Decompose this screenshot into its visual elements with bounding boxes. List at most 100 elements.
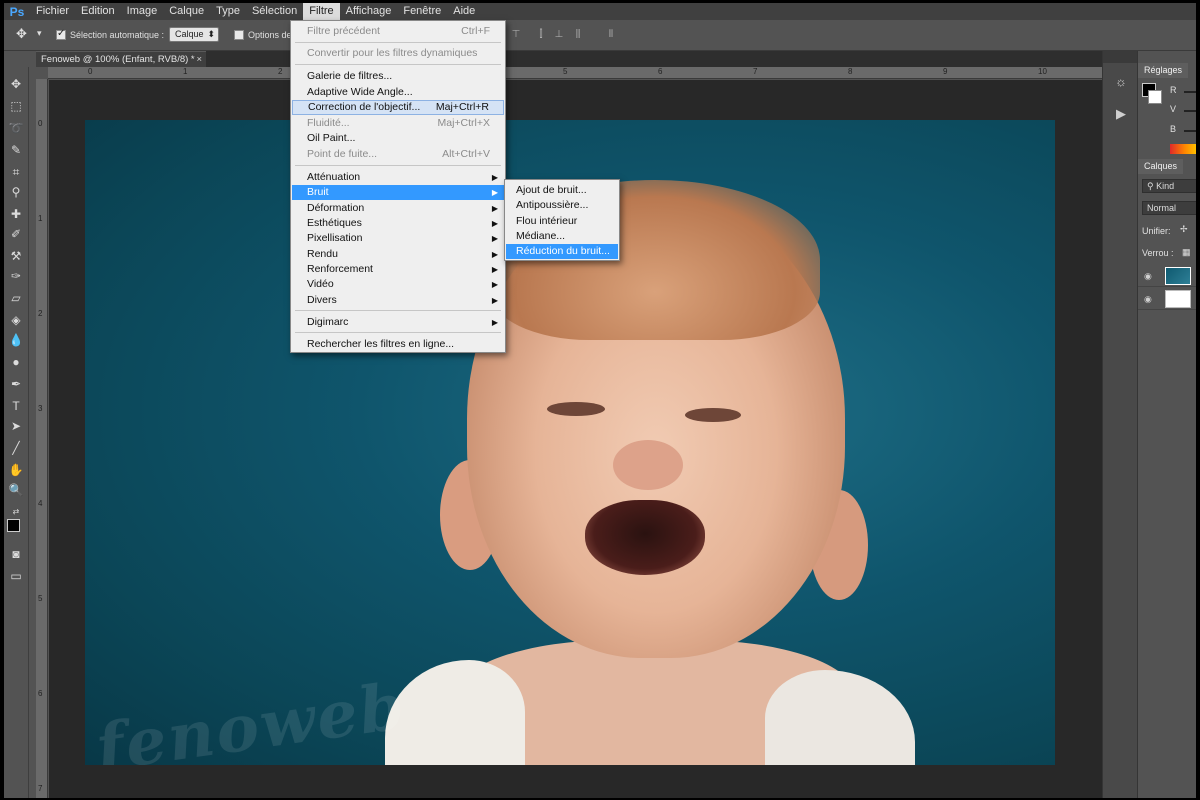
- play-action-icon[interactable]: ▶: [1110, 103, 1132, 125]
- move-tool-icon[interactable]: ✥: [16, 26, 27, 42]
- adjustments-icon[interactable]: ☼: [1110, 71, 1132, 93]
- hand-tool-icon[interactable]: ✋: [7, 461, 25, 479]
- distribute-icon[interactable]: ⫼: [571, 29, 585, 41]
- healing-brush-tool-icon[interactable]: ✚: [7, 205, 25, 223]
- menu-fichier[interactable]: Fichier: [30, 3, 75, 20]
- menu-item-divers[interactable]: Divers ▶: [292, 293, 504, 308]
- submenu-item-flou-interieur[interactable]: Flou intérieur: [506, 214, 618, 229]
- menu-item-rechercher-filtres[interactable]: Rechercher les filtres en ligne...: [292, 337, 504, 352]
- menu-calque[interactable]: Calque: [163, 3, 210, 20]
- document-tab[interactable]: Fenoweb @ 100% (Enfant, RVB/8) * ×: [36, 51, 206, 67]
- menu-item-renforcement[interactable]: Renforcement ▶: [292, 262, 504, 277]
- tab-calques[interactable]: Calques: [1138, 159, 1184, 174]
- submenu-item-antipoussiere[interactable]: Antipoussière...: [506, 198, 618, 213]
- ruler-tick: 5: [563, 67, 568, 76]
- lasso-tool-icon[interactable]: ➰: [7, 119, 25, 137]
- ruler-tick: 5: [38, 594, 43, 603]
- menu-separator: [295, 64, 501, 65]
- clone-stamp-tool-icon[interactable]: ⚒: [7, 247, 25, 265]
- zoom-tool-icon[interactable]: 🔍: [7, 481, 25, 499]
- menu-affichage[interactable]: Affichage: [340, 3, 398, 20]
- menu-item-video[interactable]: Vidéo ▶: [292, 277, 504, 292]
- tab-reglages[interactable]: Réglages: [1138, 63, 1189, 78]
- menu-item-point-de-fuite[interactable]: Point de fuite... Alt+Ctrl+V: [292, 147, 504, 162]
- noise-submenu: Ajout de bruit... Antipoussière... Flou …: [504, 179, 620, 261]
- unify-position-icon[interactable]: ✢: [1180, 224, 1188, 235]
- move-tool-icon[interactable]: ✥: [7, 75, 25, 93]
- menu-item-oil-paint[interactable]: Oil Paint...: [292, 131, 504, 146]
- marquee-tool-icon[interactable]: ⬚: [7, 97, 25, 115]
- align-top-icon[interactable]: ⊤: [509, 29, 523, 41]
- submenu-item-ajout-de-bruit[interactable]: Ajout de bruit...: [506, 183, 618, 198]
- menu-edition[interactable]: Edition: [75, 3, 121, 20]
- menu-item-esthetiques[interactable]: Esthétiques ▶: [292, 216, 504, 231]
- paint-bucket-tool-icon[interactable]: ◈: [7, 311, 25, 329]
- history-brush-tool-icon[interactable]: ✑: [7, 267, 25, 285]
- menu-item-convertir-filtres-dynamiques[interactable]: Convertir pour les filtres dynamiques: [292, 46, 504, 61]
- menu-item-attenuation[interactable]: Atténuation ▶: [292, 170, 504, 185]
- watermark: fenoweb: [91, 668, 411, 765]
- path-selection-tool-icon[interactable]: ➤: [7, 417, 25, 435]
- menu-selection[interactable]: Sélection: [246, 3, 303, 20]
- layer-visibility-eye-icon[interactable]: ◉: [1144, 271, 1152, 282]
- submenu-arrow-icon: ▶: [491, 250, 498, 259]
- menu-item-rendu[interactable]: Rendu ▶: [292, 247, 504, 262]
- layer-row-enfant[interactable]: ◉: [1138, 265, 1196, 287]
- menu-item-fluidite[interactable]: Fluidité... Maj+Ctrl+X: [292, 116, 504, 131]
- filter-menu: Filtre précédent Ctrl+F Convertir pour l…: [290, 20, 506, 353]
- submenu-arrow-icon: ▶: [491, 234, 498, 243]
- color-r-slider[interactable]: [1184, 91, 1196, 93]
- brush-tool-icon[interactable]: ✐: [7, 225, 25, 243]
- color-r-label: R: [1170, 85, 1177, 95]
- menu-filtre[interactable]: Filtre: [303, 3, 340, 20]
- submenu-item-reduction-du-bruit[interactable]: Réduction du bruit...: [506, 244, 618, 259]
- eraser-tool-icon[interactable]: ▱: [7, 289, 25, 307]
- menu-item-bruit[interactable]: Bruit ▶: [292, 185, 504, 200]
- foreground-color-swatch[interactable]: [7, 519, 20, 532]
- dodge-tool-icon[interactable]: ●: [7, 353, 25, 371]
- auto-select-checkbox[interactable]: [56, 28, 66, 40]
- layer-visibility-eye-icon[interactable]: ◉: [1144, 294, 1152, 305]
- submenu-item-mediane[interactable]: Médiane...: [506, 229, 618, 244]
- menu-image[interactable]: Image: [121, 3, 164, 20]
- color-v-slider[interactable]: [1184, 110, 1196, 112]
- color-spectrum-bar[interactable]: [1170, 144, 1196, 154]
- menu-item-pixellisation[interactable]: Pixellisation ▶: [292, 231, 504, 246]
- type-tool-icon[interactable]: T: [7, 397, 25, 415]
- menu-item-correction-objectif[interactable]: Correction de l'objectif... Maj+Ctrl+R: [292, 100, 504, 115]
- close-tab-icon[interactable]: ×: [196, 52, 202, 68]
- menu-aide[interactable]: Aide: [447, 3, 481, 20]
- menu-fenetre[interactable]: Fenêtre: [397, 3, 447, 20]
- menu-item-deformation[interactable]: Déformation ▶: [292, 201, 504, 216]
- menu-item-galerie-filtres[interactable]: Galerie de filtres...: [292, 69, 504, 84]
- quick-mask-icon[interactable]: ◙: [7, 545, 25, 563]
- submenu-arrow-icon: ▶: [491, 219, 498, 228]
- distribute-horizontal-icon[interactable]: ⦀: [604, 29, 618, 41]
- color-background-swatch[interactable]: [1148, 90, 1162, 104]
- eyedropper-tool-icon[interactable]: ⚲: [7, 183, 25, 201]
- menu-type[interactable]: Type: [210, 3, 246, 20]
- menu-item-adaptive-wide-angle[interactable]: Adaptive Wide Angle...: [292, 85, 504, 100]
- tool-preset-dropdown-icon[interactable]: ▾: [37, 28, 42, 39]
- line-tool-icon[interactable]: ╱: [7, 439, 25, 457]
- blend-mode-dropdown[interactable]: Normal: [1142, 201, 1196, 215]
- quick-selection-tool-icon[interactable]: ✎: [7, 141, 25, 159]
- layer-row-background[interactable]: ◉: [1138, 288, 1196, 310]
- panel-dock-strip: ☼ ▶: [1102, 51, 1138, 798]
- pen-tool-icon[interactable]: ✒: [7, 375, 25, 393]
- layer-filter-kind[interactable]: ⚲ Kind: [1142, 179, 1196, 193]
- auto-select-dropdown[interactable]: Calque ⬍: [169, 27, 219, 42]
- blur-tool-icon[interactable]: 💧: [7, 331, 25, 349]
- menu-item-filtre-precedent[interactable]: Filtre précédent Ctrl+F: [292, 24, 504, 39]
- lock-transparency-icon[interactable]: ▦: [1182, 247, 1191, 258]
- color-b-slider[interactable]: [1184, 130, 1196, 132]
- crop-tool-icon[interactable]: ⌗: [7, 163, 25, 181]
- align-vcenter-icon[interactable]: ⫿: [534, 29, 548, 41]
- layer-thumbnail: [1165, 267, 1191, 285]
- align-bottom-icon[interactable]: ⊥: [552, 29, 566, 41]
- transform-controls-checkbox[interactable]: [234, 30, 244, 40]
- ruler-tick: 6: [658, 67, 663, 76]
- color-v-label: V: [1170, 104, 1177, 114]
- screen-mode-icon[interactable]: ▭: [7, 567, 25, 585]
- menu-item-digimarc[interactable]: Digimarc ▶: [292, 315, 504, 330]
